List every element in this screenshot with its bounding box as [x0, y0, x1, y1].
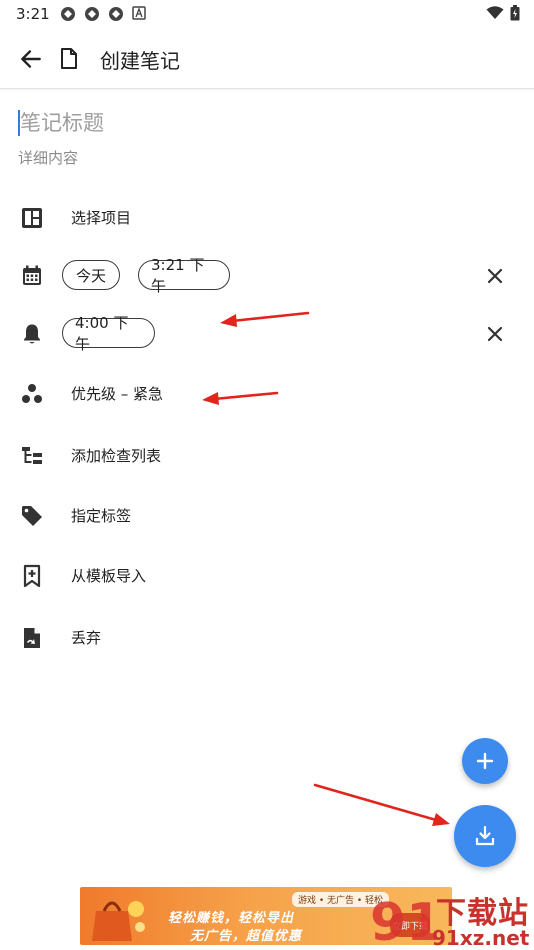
app-notification-icon: [85, 7, 99, 21]
watermark-logo-icon: 91: [370, 893, 436, 948]
page-title: 创建笔记: [100, 49, 180, 73]
status-bar: 3:21: [0, 0, 534, 28]
assign-tags-row[interactable]: 指定标签: [0, 488, 534, 544]
status-time: 3:21: [16, 5, 50, 23]
font-notification-icon: [132, 6, 146, 20]
wifi-icon: [486, 6, 504, 19]
note-document-icon: [61, 48, 77, 69]
priority-dots-icon: [22, 384, 42, 403]
date-chip[interactable]: 今天: [62, 260, 120, 290]
status-notification-icons: [60, 6, 146, 22]
watermark-logo-text: 91: [370, 893, 436, 948]
discard-label: 丢弃: [71, 629, 102, 647]
bell-icon: [24, 324, 40, 344]
add-fab-button[interactable]: [462, 738, 508, 784]
select-project-row[interactable]: 选择项目: [0, 190, 534, 246]
app-notification-icon: [61, 7, 75, 21]
bookmark-add-icon: [23, 564, 41, 588]
banner-subline: 无广告，超值优惠: [190, 929, 303, 944]
app-bar: 创建笔记: [0, 30, 534, 89]
watermark-domain: 91xz.net: [432, 926, 530, 950]
annotation-arrow-fab: [313, 783, 450, 826]
checklist-tree-icon: [22, 447, 42, 464]
discard-document-icon: [24, 628, 40, 648]
battery-icon: [510, 5, 520, 21]
clear-reminder-close-icon[interactable]: [484, 323, 506, 345]
back-arrow-icon[interactable]: [18, 46, 44, 72]
import-template-row[interactable]: 从模板导入: [0, 548, 534, 604]
banner-headline: 轻松赚钱，轻松导出: [168, 911, 295, 926]
tag-icon: [22, 506, 42, 526]
priority-row[interactable]: 优先级 – 紧急: [0, 366, 534, 422]
save-download-fab-button[interactable]: [454, 805, 516, 867]
dashboard-icon: [22, 208, 42, 228]
clear-date-close-icon[interactable]: [484, 265, 506, 287]
discard-row[interactable]: 丢弃: [0, 610, 534, 666]
note-detail-input[interactable]: [18, 146, 498, 170]
download-tray-icon: [475, 825, 495, 846]
plus-icon: [476, 752, 494, 770]
reminder-row: 4:00 下午: [0, 306, 534, 362]
reminder-chip-label: 4:00 下午: [75, 314, 129, 353]
shopping-bag-icon: [92, 901, 145, 941]
status-system-icons: [486, 5, 520, 21]
priority-label: 优先级 – 紧急: [71, 385, 164, 403]
add-checklist-label: 添加检查列表: [71, 447, 162, 465]
time-chip-label: 3:21 下午: [151, 256, 205, 295]
calendar-icon: [23, 265, 41, 285]
add-checklist-row[interactable]: 添加检查列表: [0, 428, 534, 484]
note-title-input[interactable]: [18, 106, 500, 140]
import-template-label: 从模板导入: [71, 567, 147, 585]
app-notification-icon: [109, 7, 123, 21]
site-watermark: 91 下载站 91xz.net: [360, 888, 534, 950]
reminder-chip[interactable]: 4:00 下午: [62, 314, 155, 353]
select-project-label: 选择项目: [71, 209, 132, 227]
date-chip-label: 今天: [75, 266, 106, 285]
assign-tags-label: 指定标签: [71, 507, 132, 525]
date-time-row: 今天 3:21 下午: [0, 248, 534, 304]
time-chip[interactable]: 3:21 下午: [138, 256, 230, 295]
